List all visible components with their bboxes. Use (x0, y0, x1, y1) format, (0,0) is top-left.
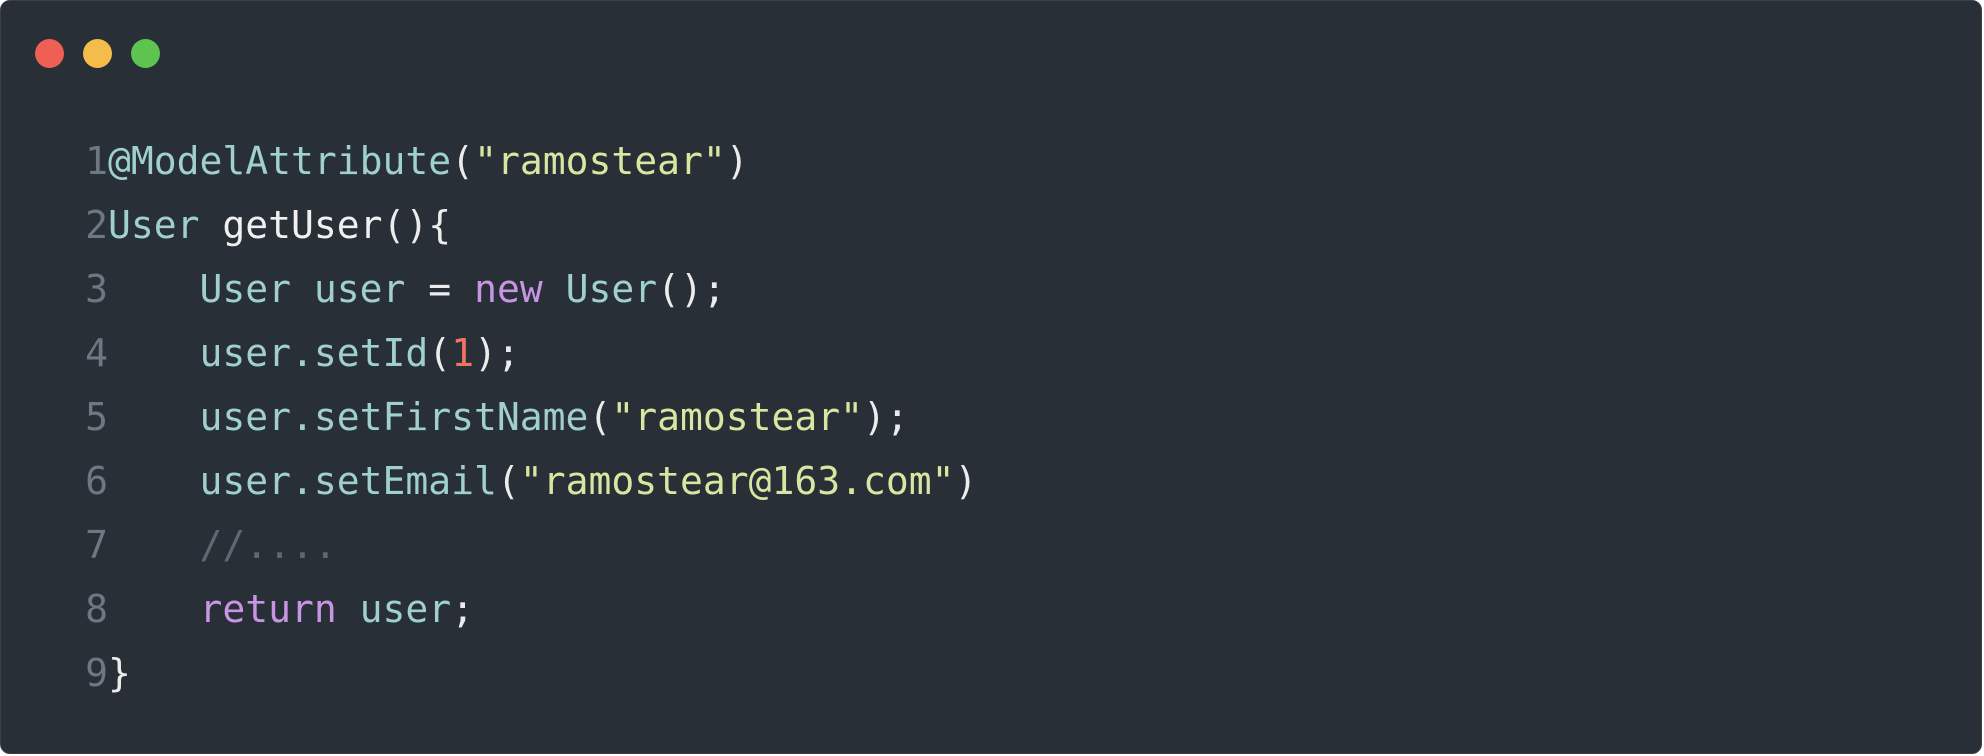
token-punct: ( (496, 459, 520, 503)
code-line: 4 user.setId(1); (65, 321, 977, 385)
token-type: user.setFirstName (108, 395, 589, 439)
code-line-content: user.setId(1); (108, 321, 520, 385)
code-line-content: @ModelAttribute("ramostear") (108, 129, 749, 193)
token-type: User user (108, 267, 429, 311)
token-punct: = (428, 267, 475, 311)
line-number: 2 (85, 203, 108, 247)
line-number: 8 (85, 587, 108, 631)
token-plain: getUser (199, 203, 383, 247)
code-line: 7 //.... (65, 513, 977, 577)
token-type: user.setEmail (108, 459, 497, 503)
token-punct: ); (863, 395, 909, 439)
token-punct: ) (954, 459, 978, 503)
token-punct: ( (451, 139, 475, 183)
token-punct: (){ (382, 203, 452, 247)
code-line-content: user.setFirstName("ramostear"); (108, 385, 909, 449)
line-number: 6 (85, 459, 108, 503)
maximize-button[interactable] (131, 39, 160, 68)
close-button[interactable] (35, 39, 64, 68)
code-line: 5 user.setFirstName("ramostear"); (65, 385, 977, 449)
line-number: 7 (85, 523, 108, 567)
code-line-content: user.setEmail("ramostear@163.com") (108, 449, 978, 513)
code-line: 1 @ModelAttribute("ramostear") (65, 129, 977, 193)
token-punct: ( (588, 395, 612, 439)
minimize-button[interactable] (83, 39, 112, 68)
line-number: 9 (85, 651, 108, 695)
token-keyword: new (474, 267, 543, 311)
token-punct: ); (474, 331, 520, 375)
code-line-content: //.... (108, 513, 337, 577)
token-comment: //.... (108, 523, 337, 567)
code-line: 9} (65, 641, 977, 705)
code-line-content: return user; (108, 577, 475, 641)
token-number: 1 (451, 331, 475, 375)
code-block: 1 @ModelAttribute("ramostear") 2 User getUs… (65, 129, 977, 705)
code-line: 6 user.setEmail("ramostear@163.com") (65, 449, 977, 513)
code-line: 3 User user = new User(); (65, 257, 977, 321)
token-type: User (542, 267, 658, 311)
line-number: 3 (85, 267, 108, 311)
token-punct: ) (725, 139, 749, 183)
code-line: 2 User getUser(){ (65, 193, 977, 257)
token-punct: } (108, 651, 131, 695)
line-number: 1 (85, 139, 108, 183)
window-controls (35, 39, 160, 68)
token-type: user.setId (108, 331, 429, 375)
token-type: user (336, 587, 452, 631)
code-line-content: User user = new User(); (108, 257, 726, 321)
code-line-content: } (108, 641, 131, 705)
token-string: "ramostear" (474, 139, 726, 183)
token-type: User (108, 203, 200, 247)
token-punct: ( (428, 331, 452, 375)
line-number: 5 (85, 395, 108, 439)
token-keyword: return (199, 587, 337, 631)
token-annotation: @ModelAttribute (108, 139, 452, 183)
token-string: "ramostear" (611, 395, 863, 439)
token-punct: ; (451, 587, 475, 631)
token-punct: (); (657, 267, 726, 311)
code-line: 8 return user; (65, 577, 977, 641)
token-string: "ramostear@163.com" (519, 459, 955, 503)
code-line-content: User getUser(){ (108, 193, 451, 257)
line-number: 4 (85, 331, 108, 375)
code-window: 1 @ModelAttribute("ramostear") 2 User getUs… (0, 0, 1982, 754)
